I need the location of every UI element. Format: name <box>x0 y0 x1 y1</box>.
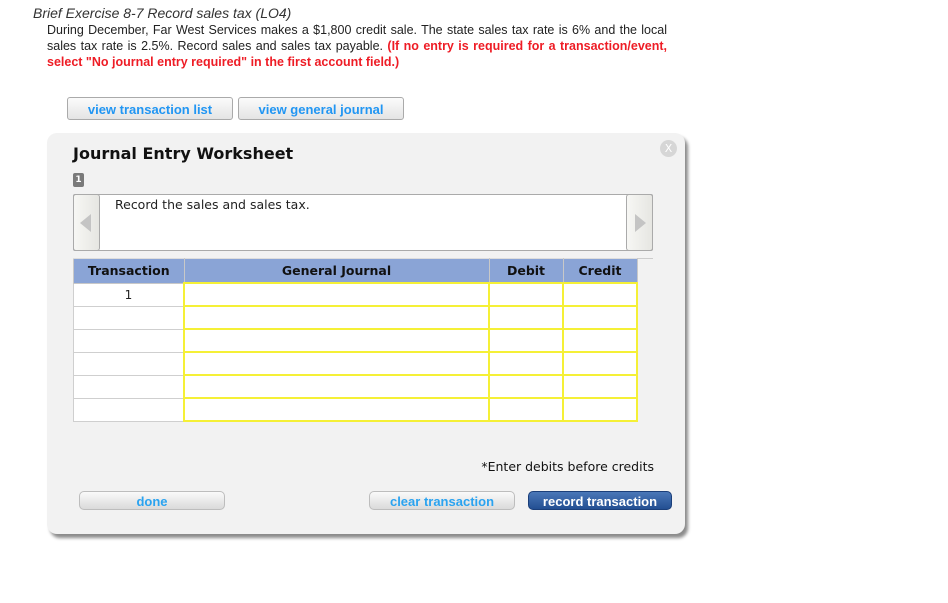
debit-input[interactable] <box>488 305 564 330</box>
credit-input[interactable] <box>562 351 638 376</box>
debit-input[interactable] <box>488 328 564 353</box>
transaction-cell <box>73 328 185 353</box>
clear-transaction-button[interactable]: clear transaction <box>369 491 515 510</box>
account-input[interactable] <box>183 397 490 422</box>
transaction-cell <box>73 351 185 376</box>
account-input[interactable] <box>183 351 490 376</box>
header-credit: Credit <box>562 258 638 284</box>
arrow-left-icon <box>80 214 91 232</box>
table-row <box>73 305 638 330</box>
done-button[interactable]: done <box>79 491 225 510</box>
credit-input[interactable] <box>562 374 638 399</box>
debit-input[interactable] <box>488 397 564 422</box>
account-input[interactable] <box>183 305 490 330</box>
exercise-title: Brief Exercise 8-7 Record sales tax (LO4… <box>33 5 292 21</box>
transaction-cell <box>73 305 185 330</box>
debit-input[interactable] <box>488 374 564 399</box>
debit-input[interactable] <box>488 351 564 376</box>
arrow-right-icon <box>635 214 646 232</box>
journal-table: Transaction General Journal Debit Credit… <box>73 258 638 422</box>
credit-input[interactable] <box>562 282 638 307</box>
header-general-journal: General Journal <box>183 258 490 284</box>
account-input[interactable] <box>183 282 490 307</box>
next-button[interactable] <box>626 194 653 251</box>
table-row <box>73 351 638 376</box>
table-row <box>73 397 638 422</box>
table-header-row: Transaction General Journal Debit Credit <box>73 258 638 284</box>
view-general-journal-button[interactable]: view general journal <box>238 97 404 120</box>
step-badge[interactable]: 1 <box>73 173 84 187</box>
worksheet-title: Journal Entry Worksheet <box>73 144 294 163</box>
table-row <box>73 374 638 399</box>
transaction-cell: 1 <box>73 282 185 307</box>
transaction-cell <box>73 374 185 399</box>
table-row <box>73 328 638 353</box>
debit-input[interactable] <box>488 282 564 307</box>
credit-input[interactable] <box>562 305 638 330</box>
previous-button[interactable] <box>73 194 100 251</box>
close-icon[interactable]: X <box>660 140 677 157</box>
header-debit: Debit <box>488 258 564 284</box>
table-row: 1 <box>73 282 638 307</box>
credit-input[interactable] <box>562 397 638 422</box>
journal-entry-worksheet-panel: Journal Entry Worksheet X 1 Record the s… <box>47 133 685 534</box>
debits-before-credits-hint: *Enter debits before credits <box>481 459 654 474</box>
header-transaction: Transaction <box>73 258 185 284</box>
account-input[interactable] <box>183 374 490 399</box>
record-transaction-button[interactable]: record transaction <box>528 491 672 510</box>
transaction-description: Record the sales and sales tax. <box>115 197 310 212</box>
credit-input[interactable] <box>562 328 638 353</box>
transaction-navigator: Record the sales and sales tax. <box>73 194 653 251</box>
view-transaction-list-button[interactable]: view transaction list <box>67 97 233 120</box>
account-input[interactable] <box>183 328 490 353</box>
transaction-cell <box>73 397 185 422</box>
exercise-description: During December, Far West Services makes… <box>47 22 667 70</box>
